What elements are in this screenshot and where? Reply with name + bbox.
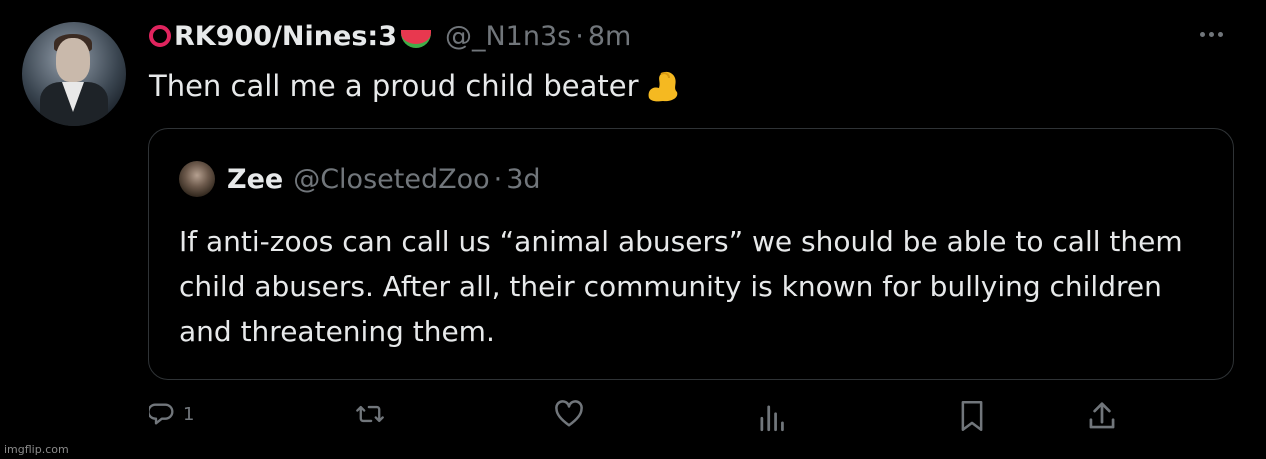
separator-dot: · xyxy=(575,20,584,52)
bookmark-button[interactable] xyxy=(958,400,986,432)
avatar-face xyxy=(56,38,90,82)
quoted-timestamp: 3d xyxy=(506,163,541,195)
share-icon xyxy=(1089,402,1115,429)
red-circle-emoji xyxy=(149,25,171,47)
flexed-biceps-icon xyxy=(648,71,677,102)
tweet-body: Then call me a proud child beater xyxy=(149,69,639,103)
more-options-icon[interactable] xyxy=(1200,32,1223,37)
quoted-tweet-text: If anti-zoos can call us “animal abusers… xyxy=(179,225,1183,348)
quoted-tweet[interactable]: Zee @ClosetedZoo · 3d If anti-zoos can c… xyxy=(148,128,1234,380)
timestamp[interactable]: 8m xyxy=(588,21,631,52)
quoted-separator-dot: · xyxy=(493,163,503,195)
retweet-icon xyxy=(356,405,384,423)
reply-count: 1 xyxy=(183,403,195,425)
tweet-text: Then call me a proud child beater xyxy=(149,68,683,104)
views-icon xyxy=(760,405,784,432)
quoted-user-handle: @ClosetedZoo xyxy=(293,163,490,195)
like-icon xyxy=(555,400,583,427)
watermelon-emoji xyxy=(400,30,431,48)
user-handle[interactable]: @_N1n3s xyxy=(445,21,571,52)
reply-icon xyxy=(149,403,174,425)
tweet-header: RK900/Nines:3 @_N1n3s · 8m xyxy=(149,18,631,54)
bookmark-icon xyxy=(961,401,983,431)
retweet-button[interactable] xyxy=(355,400,385,428)
reply-button[interactable]: 1 xyxy=(149,400,194,428)
like-button[interactable] xyxy=(554,400,584,428)
quoted-user-avatar xyxy=(179,161,215,197)
quoted-tweet-header: Zee @ClosetedZoo · 3d xyxy=(179,161,541,197)
watermark: imgflip.com xyxy=(4,443,69,456)
share-button[interactable] xyxy=(1087,400,1117,432)
views-button[interactable] xyxy=(757,400,785,432)
quoted-display-name: Zee xyxy=(227,163,284,195)
display-name[interactable]: RK900/Nines:3 xyxy=(174,21,397,52)
action-bar: 1 xyxy=(0,400,1266,440)
user-avatar[interactable] xyxy=(22,22,126,126)
